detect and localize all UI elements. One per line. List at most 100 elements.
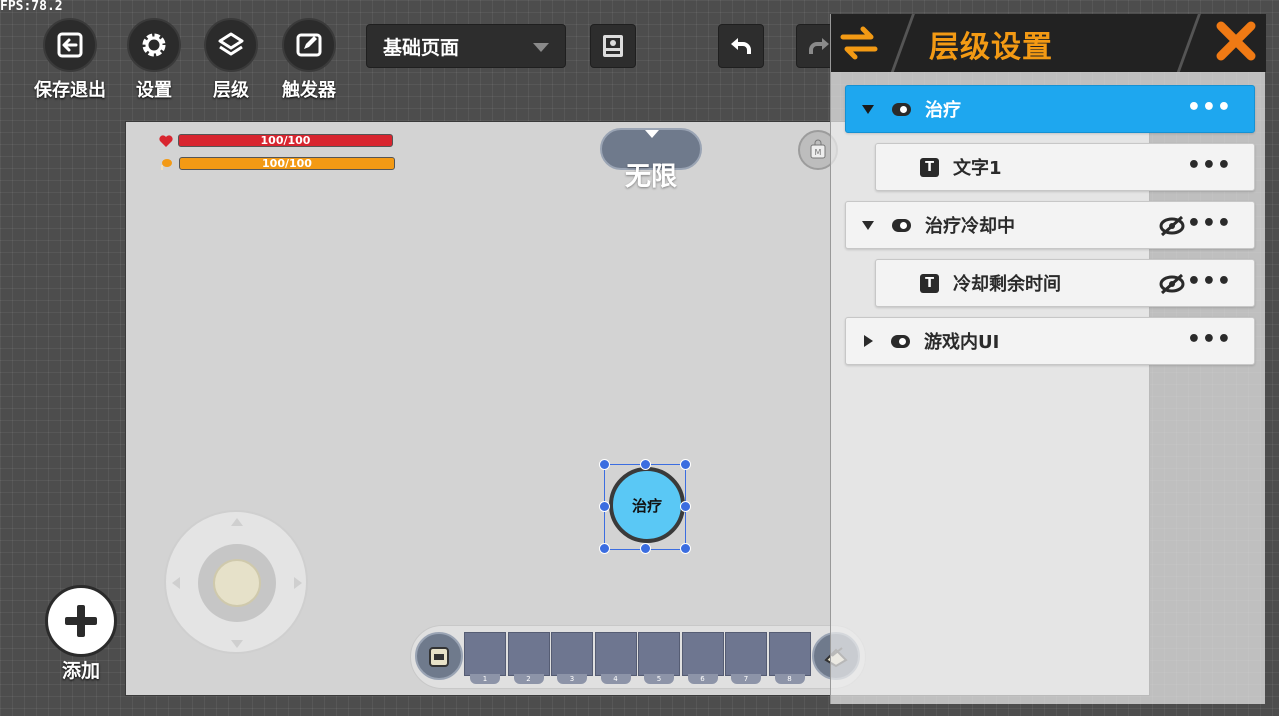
hotbar-slot[interactable] [507,632,550,676]
resize-handle-tl[interactable] [599,459,610,470]
triggers-button[interactable]: 触发器 [269,18,349,102]
more-options-button[interactable]: ••• [1187,97,1232,119]
layer-row[interactable]: T 冷却剩余时间 ••• [875,259,1255,307]
hotbar-slot-number: 8 [774,674,805,684]
page-select[interactable]: 基础页面 [366,24,566,68]
toggle-icon [892,102,911,116]
layers-button[interactable]: 层级 [191,18,271,102]
toggle-icon [891,334,910,348]
layer-name: 游戏内UI [924,332,1000,353]
hp-bar: 100/100 [178,134,393,147]
add-label: 添加 [61,660,100,682]
layer-row[interactable]: 治疗 ••• [845,85,1255,133]
resize-handle-bl[interactable] [599,543,610,554]
hotbar-slot[interactable] [551,632,593,676]
chevron-down-icon [533,43,549,52]
save-exit-label: 保存退出 [34,80,106,101]
layer-name: 治疗冷却中 [925,216,1015,237]
resize-handle-br[interactable] [680,543,691,554]
swap-icon [840,26,878,60]
resize-handle-r[interactable] [680,501,691,512]
layer-settings-panel: 层级设置 治疗 ••• T 文字1 ••• 治疗冷却中 ••• T 冷却剩余时间 ••• 游戏内UI… [830,14,1266,704]
layer-name: 文字1 [953,158,1002,179]
joystick[interactable] [164,510,308,654]
header-divider [887,14,918,72]
layers-label: 层级 [213,80,249,101]
arrow-right-icon [294,577,302,589]
layer-row[interactable]: 治疗冷却中 ••• [845,201,1255,249]
settings-label: 设置 [136,80,172,101]
shop-icon: M [810,139,826,159]
joystick-ring [198,544,276,622]
eye-off-icon[interactable] [1158,215,1186,237]
expand-arrow-icon[interactable] [862,220,874,230]
layer-row[interactable]: 游戏内UI ••• [845,317,1255,365]
joystick-knob[interactable] [213,559,261,607]
exit-icon [57,32,83,58]
svg-text:M: M [815,148,822,157]
swap-button[interactable] [839,24,879,66]
page-select-value: 基础页面 [383,36,460,59]
heal-button-label: 治疗 [631,496,662,515]
trigger-edit-icon [296,33,322,57]
backpack-button[interactable] [415,632,463,680]
backpack-icon [429,647,449,667]
close-button[interactable] [1211,16,1261,70]
text-type-icon: T [920,273,939,293]
heart-icon [159,135,173,147]
panel-title: 层级设置 [929,30,1053,65]
hotbar-slot[interactable] [638,632,680,676]
hotbar-slot-number: 7 [731,674,761,684]
panel-header: 层级设置 [831,14,1266,72]
eye-off-icon[interactable] [1158,273,1186,295]
image-button[interactable] [590,24,636,68]
arrow-up-icon [231,518,243,526]
toggle-icon [892,218,911,232]
settings-button[interactable]: 设置 [114,18,194,102]
undo-icon [731,38,751,54]
expand-arrow-icon[interactable] [862,104,874,114]
plus-icon [65,605,97,637]
hotbar-slot[interactable] [681,632,724,676]
resize-handle-tr[interactable] [680,459,691,470]
drumstick-icon [161,159,172,170]
hotbar-slot-number: 1 [470,674,500,684]
hotbar-slot-number: 5 [644,674,674,684]
hotbar-slot[interactable] [768,632,811,676]
more-options-button[interactable]: ••• [1187,213,1232,235]
mode-text: 无限 [624,162,677,192]
save-exit-button[interactable]: 保存退出 [30,18,110,102]
triggers-label: 触发器 [282,80,336,101]
hotbar-slot[interactable] [464,632,506,676]
resize-handle-t[interactable] [640,459,651,470]
resize-handle-l[interactable] [599,501,610,512]
header-divider [1173,14,1204,72]
hunger-bar: 100/100 [179,157,395,170]
hotbar-slot-number: 4 [600,674,631,684]
arrow-down-icon [231,640,243,648]
close-icon [1214,19,1258,63]
hotbar-slot[interactable] [725,632,767,676]
hotbar-slot-number: 6 [687,674,718,684]
text-type-icon: T [920,157,939,177]
hotbar-slot-number: 2 [513,674,544,684]
more-options-button[interactable]: ••• [1187,329,1232,351]
layer-row[interactable]: T 文字1 ••• [875,143,1255,191]
collapse-arrow-icon[interactable] [864,335,873,347]
undo-button[interactable] [718,24,764,68]
image-icon [603,35,623,57]
hotbar-slot[interactable] [594,632,637,676]
resize-handle-b[interactable] [640,543,651,554]
fps-counter: FPS:78.2 [0,0,63,14]
heal-button[interactable]: 治疗 [609,467,685,543]
more-options-button[interactable]: ••• [1187,155,1232,177]
layer-name: 治疗 [925,100,961,121]
chevron-down-icon [645,130,659,138]
more-options-button[interactable]: ••• [1187,271,1232,293]
add-button[interactable] [45,585,117,657]
layers-icon [218,32,244,56]
redo-icon [809,38,829,54]
arrow-left-icon [172,577,180,589]
gear-icon [142,33,166,57]
layer-name: 冷却剩余时间 [953,274,1061,295]
